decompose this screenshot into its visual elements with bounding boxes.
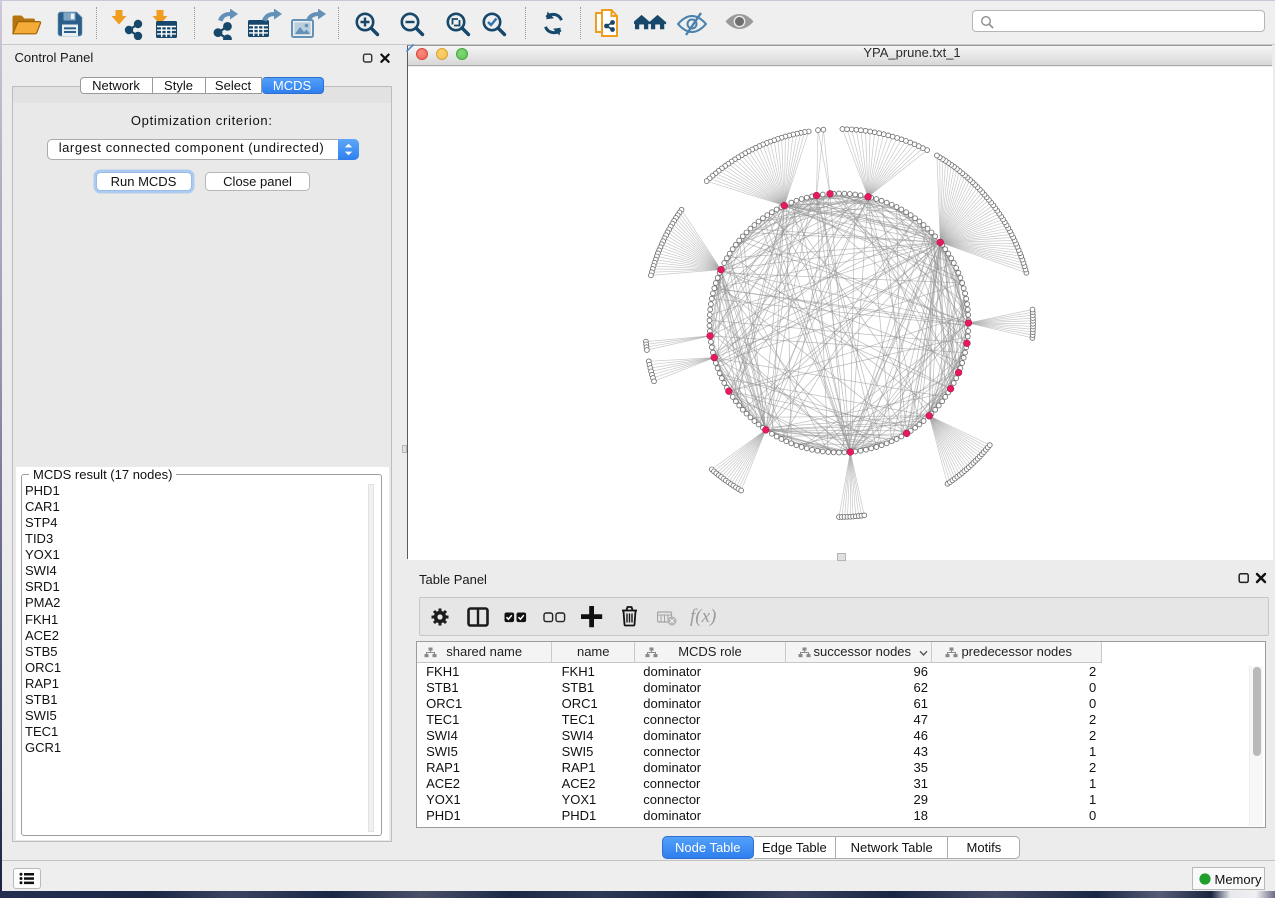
svg-text:f(x): f(x) <box>690 606 716 627</box>
